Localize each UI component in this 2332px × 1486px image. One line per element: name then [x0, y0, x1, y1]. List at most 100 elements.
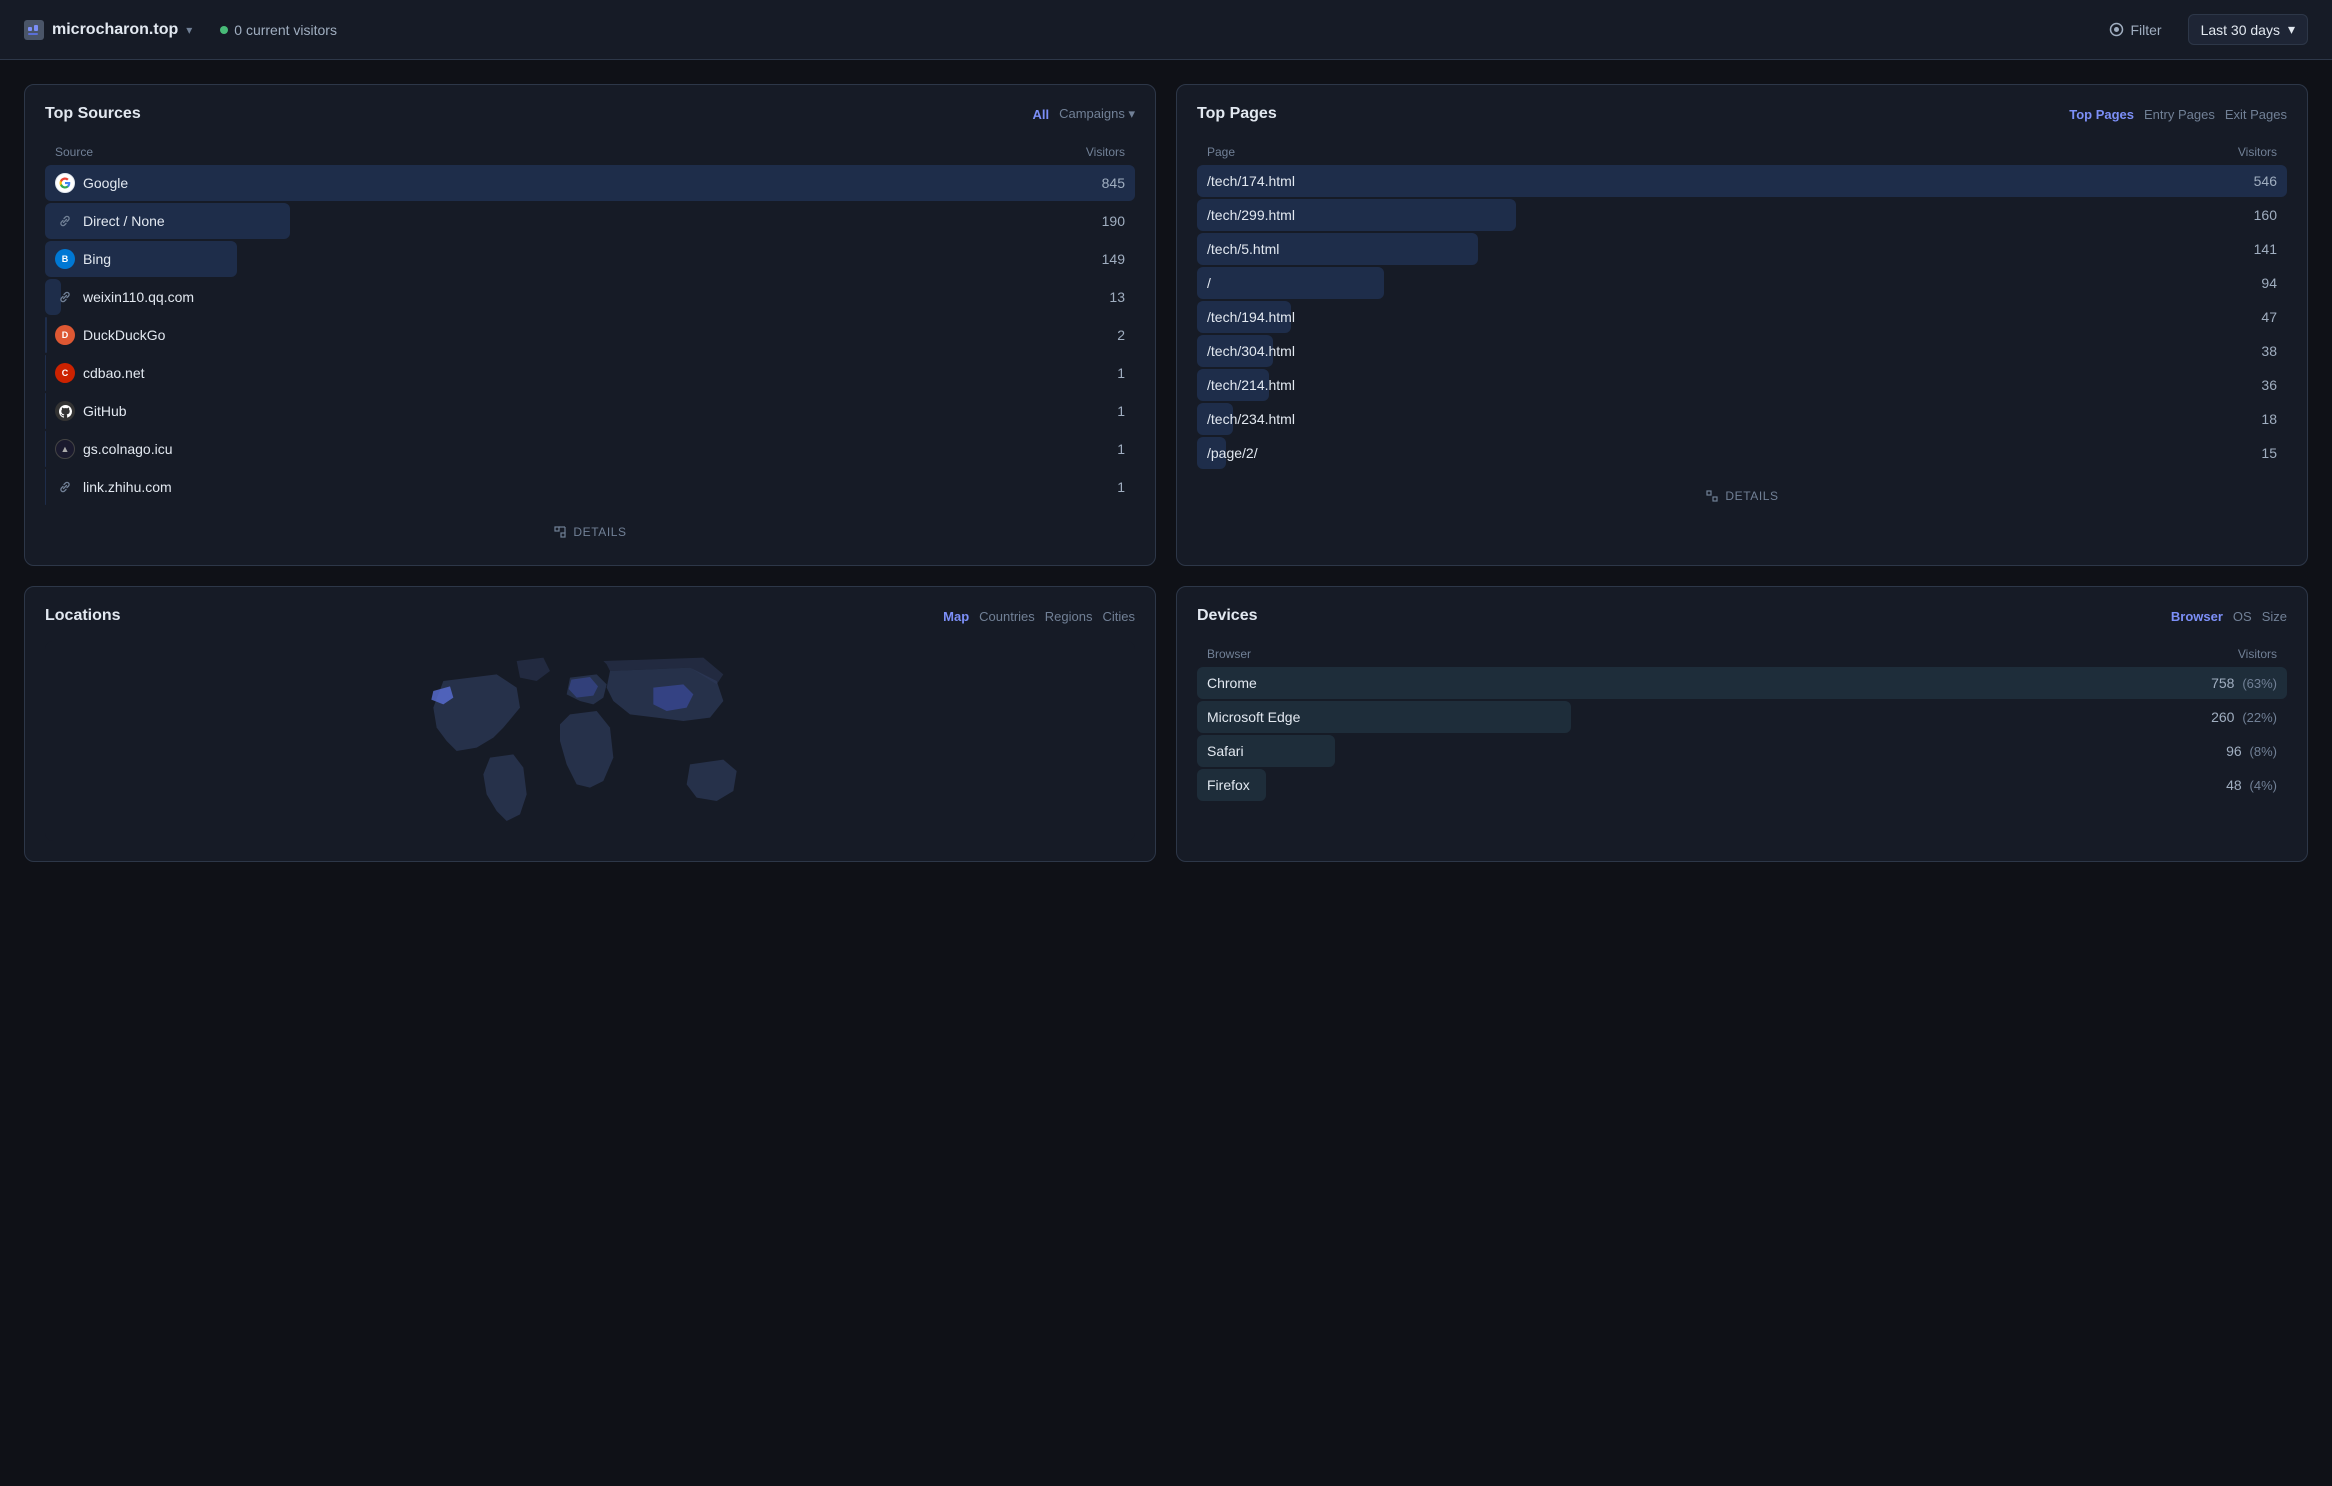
col-visitors-label: Visitors — [2238, 647, 2277, 661]
source-visitors: 1 — [1117, 441, 1125, 457]
source-name: GitHub — [83, 403, 127, 419]
tab-all[interactable]: All — [1032, 107, 1049, 122]
sources-table-body: Google 845 Direct / None 190 B Bing 149 … — [45, 165, 1135, 505]
table-row[interactable]: /tech/214.html 36 — [1197, 369, 2287, 401]
table-row[interactable]: /tech/234.html 18 — [1197, 403, 2287, 435]
page-path: /tech/214.html — [1207, 377, 1295, 393]
source-name: Google — [83, 175, 128, 191]
col-source-label: Source — [55, 145, 93, 159]
browser-visitors: 96 (8%) — [2226, 743, 2277, 759]
browser-pct: (4%) — [2250, 778, 2277, 793]
tab-exit-pages[interactable]: Exit Pages — [2225, 107, 2287, 122]
source-name: link.zhihu.com — [83, 479, 172, 495]
page-path: /page/2/ — [1207, 445, 1258, 461]
sources-details-button[interactable]: DETAILS — [45, 519, 1135, 545]
date-range-label: Last 30 days — [2201, 22, 2280, 38]
top-sources-tabs: All Campaigns ▾ — [1032, 106, 1135, 122]
site-dropdown-icon[interactable]: ▾ — [186, 23, 192, 37]
page-path: /tech/194.html — [1207, 309, 1295, 325]
expand-icon — [1705, 489, 1719, 503]
source-visitors: 190 — [1102, 213, 1125, 229]
tab-browser[interactable]: Browser — [2171, 609, 2223, 624]
browser-name: Firefox — [1207, 777, 1250, 793]
tab-top-pages[interactable]: Top Pages — [2069, 107, 2134, 122]
sources-table-header: Source Visitors — [45, 139, 1135, 165]
col-visitors-label: Visitors — [2238, 145, 2277, 159]
map-svg — [45, 641, 1135, 841]
tab-campaigns[interactable]: Campaigns ▾ — [1059, 106, 1135, 122]
source-visitors: 149 — [1102, 251, 1125, 267]
table-row[interactable]: Direct / None 190 — [45, 203, 1135, 239]
date-range-selector[interactable]: Last 30 days ▾ — [2188, 14, 2308, 45]
source-visitors: 1 — [1117, 403, 1125, 419]
col-page-label: Page — [1207, 145, 1235, 159]
table-row[interactable]: link.zhihu.com 1 — [45, 469, 1135, 505]
table-row[interactable]: /tech/5.html 141 — [1197, 233, 2287, 265]
source-visitors: 1 — [1117, 365, 1125, 381]
table-row[interactable]: /tech/174.html 546 — [1197, 165, 2287, 197]
tab-map[interactable]: Map — [943, 609, 969, 624]
pages-details-button[interactable]: DETAILS — [1197, 483, 2287, 509]
top-sources-title: Top Sources — [45, 105, 141, 123]
browser-pct: (63%) — [2242, 676, 2277, 691]
tab-cities[interactable]: Cities — [1102, 609, 1135, 624]
table-row[interactable]: Microsoft Edge 260 (22%) — [1197, 701, 2287, 733]
page-path: /tech/234.html — [1207, 411, 1295, 427]
page-visitors: 36 — [2261, 377, 2277, 393]
table-row[interactable]: /page/2/ 15 — [1197, 437, 2287, 469]
top-pages-header: Top Pages Top Pages Entry Pages Exit Pag… — [1197, 105, 2287, 123]
page-visitors: 94 — [2261, 275, 2277, 291]
source-name: weixin110.qq.com — [83, 289, 194, 305]
source-name: cdbao.net — [83, 365, 145, 381]
table-row[interactable]: Google 845 — [45, 165, 1135, 201]
table-row[interactable]: ▲ gs.colnago.icu 1 — [45, 431, 1135, 467]
date-range-chevron: ▾ — [2288, 21, 2295, 38]
app-header: microcharon.top ▾ 0 current visitors Fil… — [0, 0, 2332, 60]
campaigns-chevron: ▾ — [1128, 106, 1135, 121]
table-row[interactable]: B Bing 149 — [45, 241, 1135, 277]
source-visitors: 13 — [1109, 289, 1125, 305]
tab-countries[interactable]: Countries — [979, 609, 1035, 624]
locations-card: Locations Map Countries Regions Cities — [24, 586, 1156, 862]
top-sources-card: Top Sources All Campaigns ▾ Source Visit… — [24, 84, 1156, 566]
tab-size[interactable]: Size — [2262, 609, 2287, 624]
table-row[interactable]: Chrome 758 (63%) — [1197, 667, 2287, 699]
table-row[interactable]: /tech/304.html 38 — [1197, 335, 2287, 367]
table-row[interactable]: C cdbao.net 1 — [45, 355, 1135, 391]
page-visitors: 38 — [2261, 343, 2277, 359]
top-pages-title: Top Pages — [1197, 105, 1277, 123]
page-visitors: 160 — [2254, 207, 2277, 223]
filter-button[interactable]: Filter — [2099, 16, 2171, 44]
page-visitors: 141 — [2254, 241, 2277, 257]
site-name[interactable]: microcharon.top — [52, 21, 178, 39]
table-row[interactable]: weixin110.qq.com 13 — [45, 279, 1135, 315]
page-path: /tech/5.html — [1207, 241, 1279, 257]
browser-pct: (8%) — [2250, 744, 2277, 759]
top-pages-tabs: Top Pages Entry Pages Exit Pages — [2069, 107, 2287, 122]
tab-regions[interactable]: Regions — [1045, 609, 1093, 624]
table-row[interactable]: D DuckDuckGo 2 — [45, 317, 1135, 353]
page-visitors: 546 — [2254, 173, 2277, 189]
table-row[interactable]: /tech/299.html 160 — [1197, 199, 2287, 231]
page-path: /tech/174.html — [1207, 173, 1295, 189]
table-row[interactable]: GitHub 1 — [45, 393, 1135, 429]
table-row[interactable]: /tech/194.html 47 — [1197, 301, 2287, 333]
locations-tabs: Map Countries Regions Cities — [943, 609, 1135, 624]
browser-visitors: 48 (4%) — [2226, 777, 2277, 793]
table-row[interactable]: Safari 96 (8%) — [1197, 735, 2287, 767]
filter-label: Filter — [2130, 22, 2161, 38]
header-left: microcharon.top ▾ 0 current visitors — [24, 20, 2099, 40]
main-content: Top Sources All Campaigns ▾ Source Visit… — [0, 60, 2332, 886]
table-row[interactable]: / 94 — [1197, 267, 2287, 299]
tab-entry-pages[interactable]: Entry Pages — [2144, 107, 2215, 122]
header-right: Filter Last 30 days ▾ — [2099, 14, 2308, 45]
tab-os[interactable]: OS — [2233, 609, 2252, 624]
devices-table-body: Chrome 758 (63%) Microsoft Edge 260 (22%… — [1197, 667, 2287, 801]
source-name: gs.colnago.icu — [83, 441, 173, 457]
pages-details-label: DETAILS — [1725, 489, 1778, 503]
table-row[interactable]: Firefox 48 (4%) — [1197, 769, 2287, 801]
devices-header: Devices Browser OS Size — [1197, 607, 2287, 625]
browser-name: Microsoft Edge — [1207, 709, 1300, 725]
pages-table-header: Page Visitors — [1197, 139, 2287, 165]
devices-table-header: Browser Visitors — [1197, 641, 2287, 667]
